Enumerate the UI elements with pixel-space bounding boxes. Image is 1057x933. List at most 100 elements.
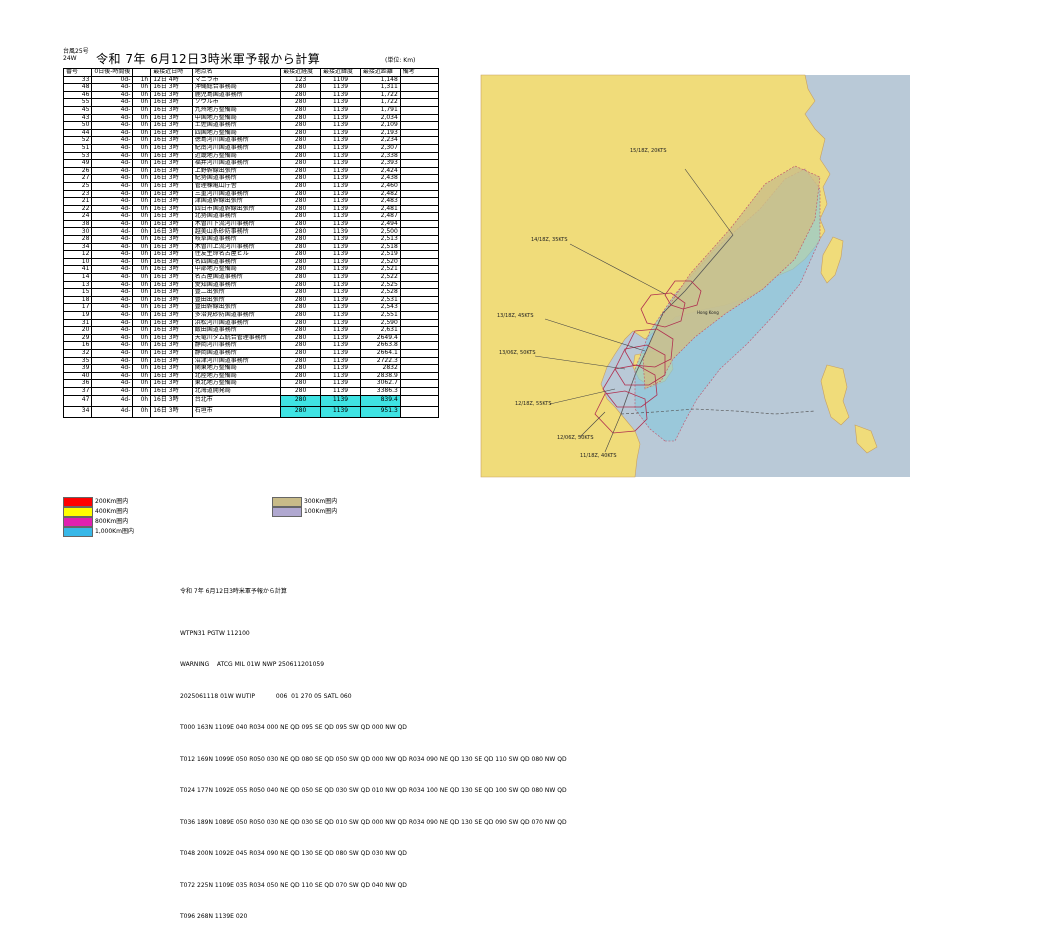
cell-elapsed-hours: 0h xyxy=(132,181,152,191)
cell-note xyxy=(399,318,440,328)
cell-location: 九州地方整備局 xyxy=(191,105,282,115)
cell-lon: 280 xyxy=(280,295,322,305)
cell-closest-time: 12日 4時 xyxy=(150,75,193,85)
cell-lat: 1139 xyxy=(320,143,361,153)
cell-elapsed-days: 4d- xyxy=(91,379,134,388)
cell-distance: 2,438 xyxy=(359,174,401,183)
legend-item: 100Km圏内 xyxy=(272,507,337,517)
legend-swatch xyxy=(63,507,93,517)
cell-lon: 280 xyxy=(280,128,322,138)
cell-lat: 1139 xyxy=(320,113,361,123)
cell-closest-time: 16日 3時 xyxy=(150,333,193,343)
cell-lat: 1139 xyxy=(320,219,361,229)
cell-lat: 1139 xyxy=(320,174,361,183)
cell-closest-time: 16日 3時 xyxy=(150,356,193,366)
cell-note xyxy=(399,143,440,153)
cell-location: 北海道開発局 xyxy=(191,386,282,396)
cell-location: 四日市国道幹線出張所 xyxy=(191,204,282,214)
cell-elapsed-hours: 0h xyxy=(132,364,152,373)
cell-closest-time: 16日 3時 xyxy=(150,143,193,153)
cell-note xyxy=(399,166,440,176)
cell-location: 多治見砂防国道事務所 xyxy=(191,311,282,320)
cell-lat: 1139 xyxy=(320,265,361,275)
cell-location: 石垣市 xyxy=(191,405,282,418)
table-row: 31 4d- 0h 16日 3時 浜松河川国道事務所 280 1139 2,590 xyxy=(62,318,440,328)
cell-elapsed-hours: 0h xyxy=(132,219,152,229)
cell-distance: 951.3 xyxy=(359,405,401,418)
cell-elapsed-days: 4d- xyxy=(91,90,134,100)
cell-number: 10 xyxy=(62,257,93,267)
cell-elapsed-hours: 0h xyxy=(132,83,152,92)
legend-label: 1,000Km圏内 xyxy=(95,528,134,535)
cell-lat: 1139 xyxy=(320,326,361,335)
cell-lat: 1139 xyxy=(320,273,361,282)
cell-distance: 2,483 xyxy=(359,197,401,206)
cell-closest-time: 16日 3時 xyxy=(150,341,193,350)
cell-closest-time: 16日 3時 xyxy=(150,288,193,297)
cell-elapsed-hours: 0h xyxy=(132,136,152,145)
cell-note xyxy=(399,174,440,183)
table-row: 23 4d- 0h 16日 3時 三重河川国道事務所 280 1139 2,482 xyxy=(62,189,440,199)
cell-lon: 280 xyxy=(280,181,322,191)
cell-lon: 280 xyxy=(280,311,322,320)
legend-distance-left: 200Km圏内 400Km圏内 800Km圏内 1,000Km圏内 xyxy=(63,497,134,537)
cell-closest-time: 16日 3時 xyxy=(150,189,193,199)
cell-elapsed-days: 4d- xyxy=(91,204,134,214)
cell-elapsed-hours: 0h xyxy=(132,371,152,381)
header-number: 番号 xyxy=(62,68,93,77)
cell-number: 33 xyxy=(62,75,93,85)
cell-elapsed-days: 4d- xyxy=(91,128,134,138)
cell-elapsed-hours: 0h xyxy=(132,333,152,343)
table-row: 38 4d- 0h 16日 3時 木曽川下流河川事務所 280 1139 2,494 xyxy=(62,219,440,229)
cell-distance: 1,311 xyxy=(359,83,401,92)
cell-lat: 1139 xyxy=(320,166,361,176)
cell-lon: 280 xyxy=(280,105,322,115)
message-line: T024 177N 1092E 055 R050 040 NE QD 050 S… xyxy=(180,787,567,794)
cell-closest-time: 16日 3時 xyxy=(150,273,193,282)
cell-distance: 1,722 xyxy=(359,90,401,100)
cell-location: 関東地方整備局 xyxy=(191,364,282,373)
table-row: 41 4d- 0h 16日 3時 中部地方整備局 280 1139 2,521 xyxy=(62,265,440,275)
legend-label: 400Km圏内 xyxy=(95,508,129,515)
cell-location: 東北地方整備局 xyxy=(191,379,282,388)
cell-number: 36 xyxy=(62,379,93,388)
cell-elapsed-days: 4d- xyxy=(91,318,134,328)
cell-elapsed-hours: 0h xyxy=(132,189,152,199)
cell-elapsed-days: 4d- xyxy=(91,394,134,407)
legend-swatch xyxy=(63,517,93,527)
cell-location: 沖縄総合事務局 xyxy=(191,83,282,92)
cell-location: 中国地方整備局 xyxy=(191,113,282,123)
cell-note xyxy=(399,326,440,335)
cell-lat: 1139 xyxy=(320,311,361,320)
cell-elapsed-hours: 0h xyxy=(132,166,152,176)
cell-note xyxy=(399,204,440,214)
cell-number: 34 xyxy=(62,242,93,252)
cell-elapsed-hours: 0h xyxy=(132,273,152,282)
cell-distance: 2,460 xyxy=(359,181,401,191)
cell-note xyxy=(399,159,440,168)
label-11-18z: 11/18Z, 40KTS xyxy=(580,453,617,459)
cell-lat: 1139 xyxy=(320,197,361,206)
cell-note xyxy=(399,151,440,161)
cell-note xyxy=(399,265,440,275)
cell-lat: 1139 xyxy=(320,303,361,312)
cell-elapsed-hours: 0h xyxy=(132,280,152,290)
table-row: 28 4d- 0h 16日 3時 岐阜国道事務所 280 1139 2,513 xyxy=(62,235,440,244)
cell-lon: 280 xyxy=(280,318,322,328)
cell-location: 台北市 xyxy=(191,394,282,407)
cell-elapsed-hours: 0h xyxy=(132,121,152,130)
cell-note xyxy=(399,311,440,320)
cell-elapsed-hours: 0h xyxy=(132,311,152,320)
cell-lon: 123 xyxy=(280,75,322,85)
cell-number: 14 xyxy=(62,273,93,282)
cell-distance: 2,307 xyxy=(359,143,401,153)
cell-closest-time: 16日 3時 xyxy=(150,212,193,221)
cell-note xyxy=(399,136,440,145)
table-row: 51 4d- 0h 16日 3時 紀南河川国道事務所 280 1139 2,307 xyxy=(62,143,440,153)
cell-closest-time: 16日 3時 xyxy=(150,90,193,100)
legend-swatch xyxy=(272,497,302,507)
cell-elapsed-hours: 0h xyxy=(132,303,152,312)
cell-lat: 1139 xyxy=(320,386,361,396)
cell-location: 徳島河川国道事務所 xyxy=(191,136,282,145)
cell-number: 12 xyxy=(62,250,93,259)
